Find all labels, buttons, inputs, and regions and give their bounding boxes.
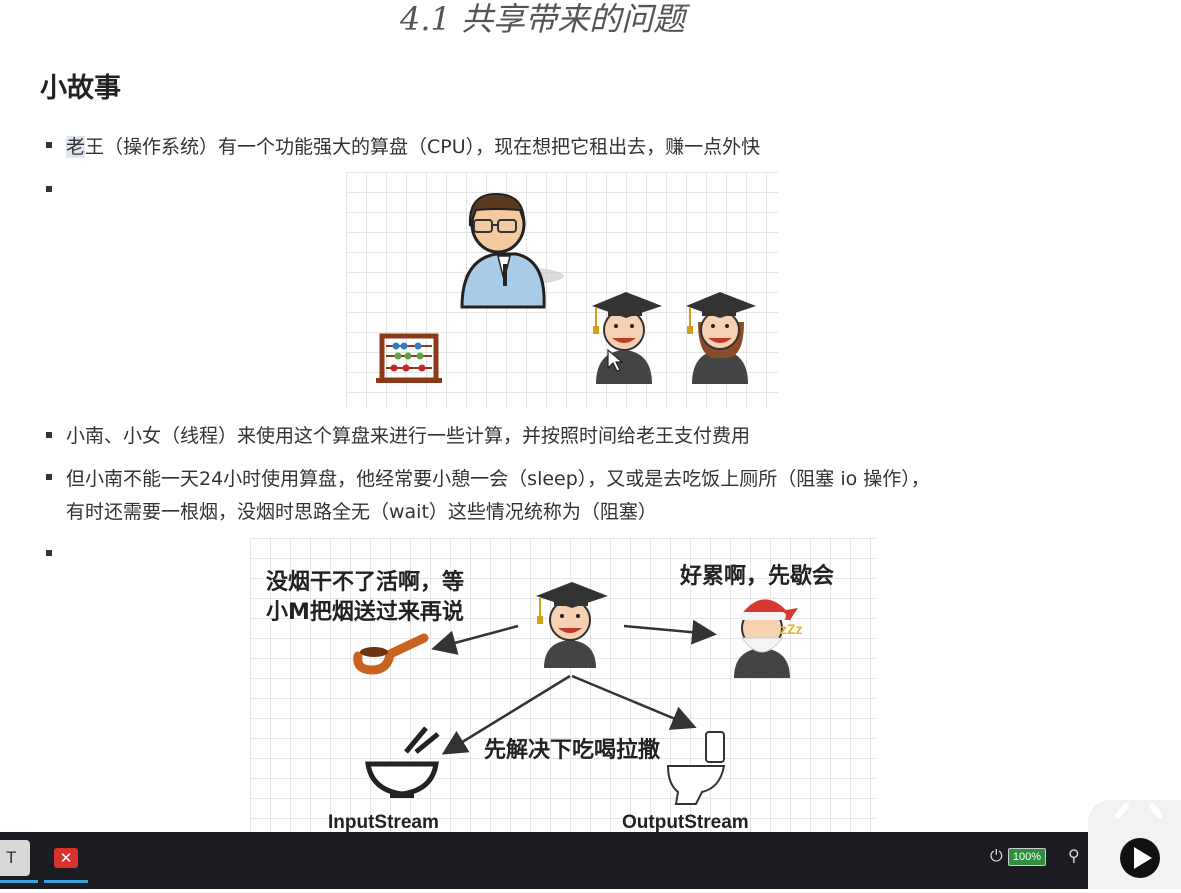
arrow-to-bowl [441, 674, 571, 755]
bullet-text-4-line1: 但小南不能一天24小时使用算盘，他经常要小憩一会（sleep），又或是去吃饭上厕… [66, 468, 930, 490]
bullet-marker [46, 432, 52, 438]
power-plug-icon: ⏻ [990, 846, 1003, 865]
bullet-text-1-rest: 王（操作系统）有一个功能强大的算盘（CPU），现在想把它租出去，赚一点外快 [85, 136, 761, 158]
bullet-marker [46, 186, 52, 192]
network-icon[interactable]: ⚲ [1068, 846, 1080, 865]
bowl-icon [365, 726, 440, 798]
student-boy-icon [592, 292, 662, 384]
bullet-text-1: 老王（操作系统）有一个功能强大的算盘（CPU），现在想把它租出去，赚一点外快 [66, 132, 760, 159]
bullet-marker [46, 142, 52, 148]
figure-blocking-scenarios: 没烟干不了活啊，等 小M把烟送过来再说 好累啊，先歇会 先解决下吃喝拉撒 Inp… [250, 538, 876, 838]
toilet-icon [666, 731, 726, 805]
figure-lao-wang-and-students [346, 172, 778, 408]
text-editor-taskbar-icon[interactable]: T [0, 840, 30, 876]
tv-ears-icon [1115, 803, 1163, 819]
xmind-taskbar-icon[interactable]: ✕ [48, 840, 84, 876]
bullet-text-3: 小南、小女（线程）来使用这个算盘来进行一些计算，并按照时间给老王支付费用 [66, 425, 751, 447]
bullet-text-4-line2: 有时还需要一根烟，没烟时思路全无（wait）这些情况统称为（阻塞） [66, 501, 657, 523]
floating-player-button[interactable] [1088, 800, 1181, 889]
battery-indicator[interactable]: 100% [1008, 848, 1046, 866]
selection-highlight: 老 [66, 136, 86, 158]
bullet-marker [46, 550, 52, 556]
arrow-to-sleep [623, 619, 717, 645]
teacher-icon [460, 192, 564, 309]
tb-underline-2 [44, 880, 88, 883]
abacus-icon [376, 333, 442, 383]
pipe-icon [353, 633, 429, 675]
student-girl-icon [686, 292, 756, 384]
arrow-to-toilet [571, 674, 697, 730]
page-heading: 4.1 共享带来的问题 [400, 0, 686, 38]
svg-text:zZz: zZz [780, 621, 803, 637]
tb-underline-1 [0, 880, 38, 883]
section-title: 小故事 [40, 73, 121, 104]
taskbar: T ✕ ⏻ 100% ⚲ ︿ [0, 832, 1181, 889]
sleeping-santa-icon: zZz [734, 599, 803, 678]
arrow-to-pipe [431, 624, 519, 655]
bullet-marker [46, 474, 52, 480]
student-center-icon [536, 582, 608, 668]
